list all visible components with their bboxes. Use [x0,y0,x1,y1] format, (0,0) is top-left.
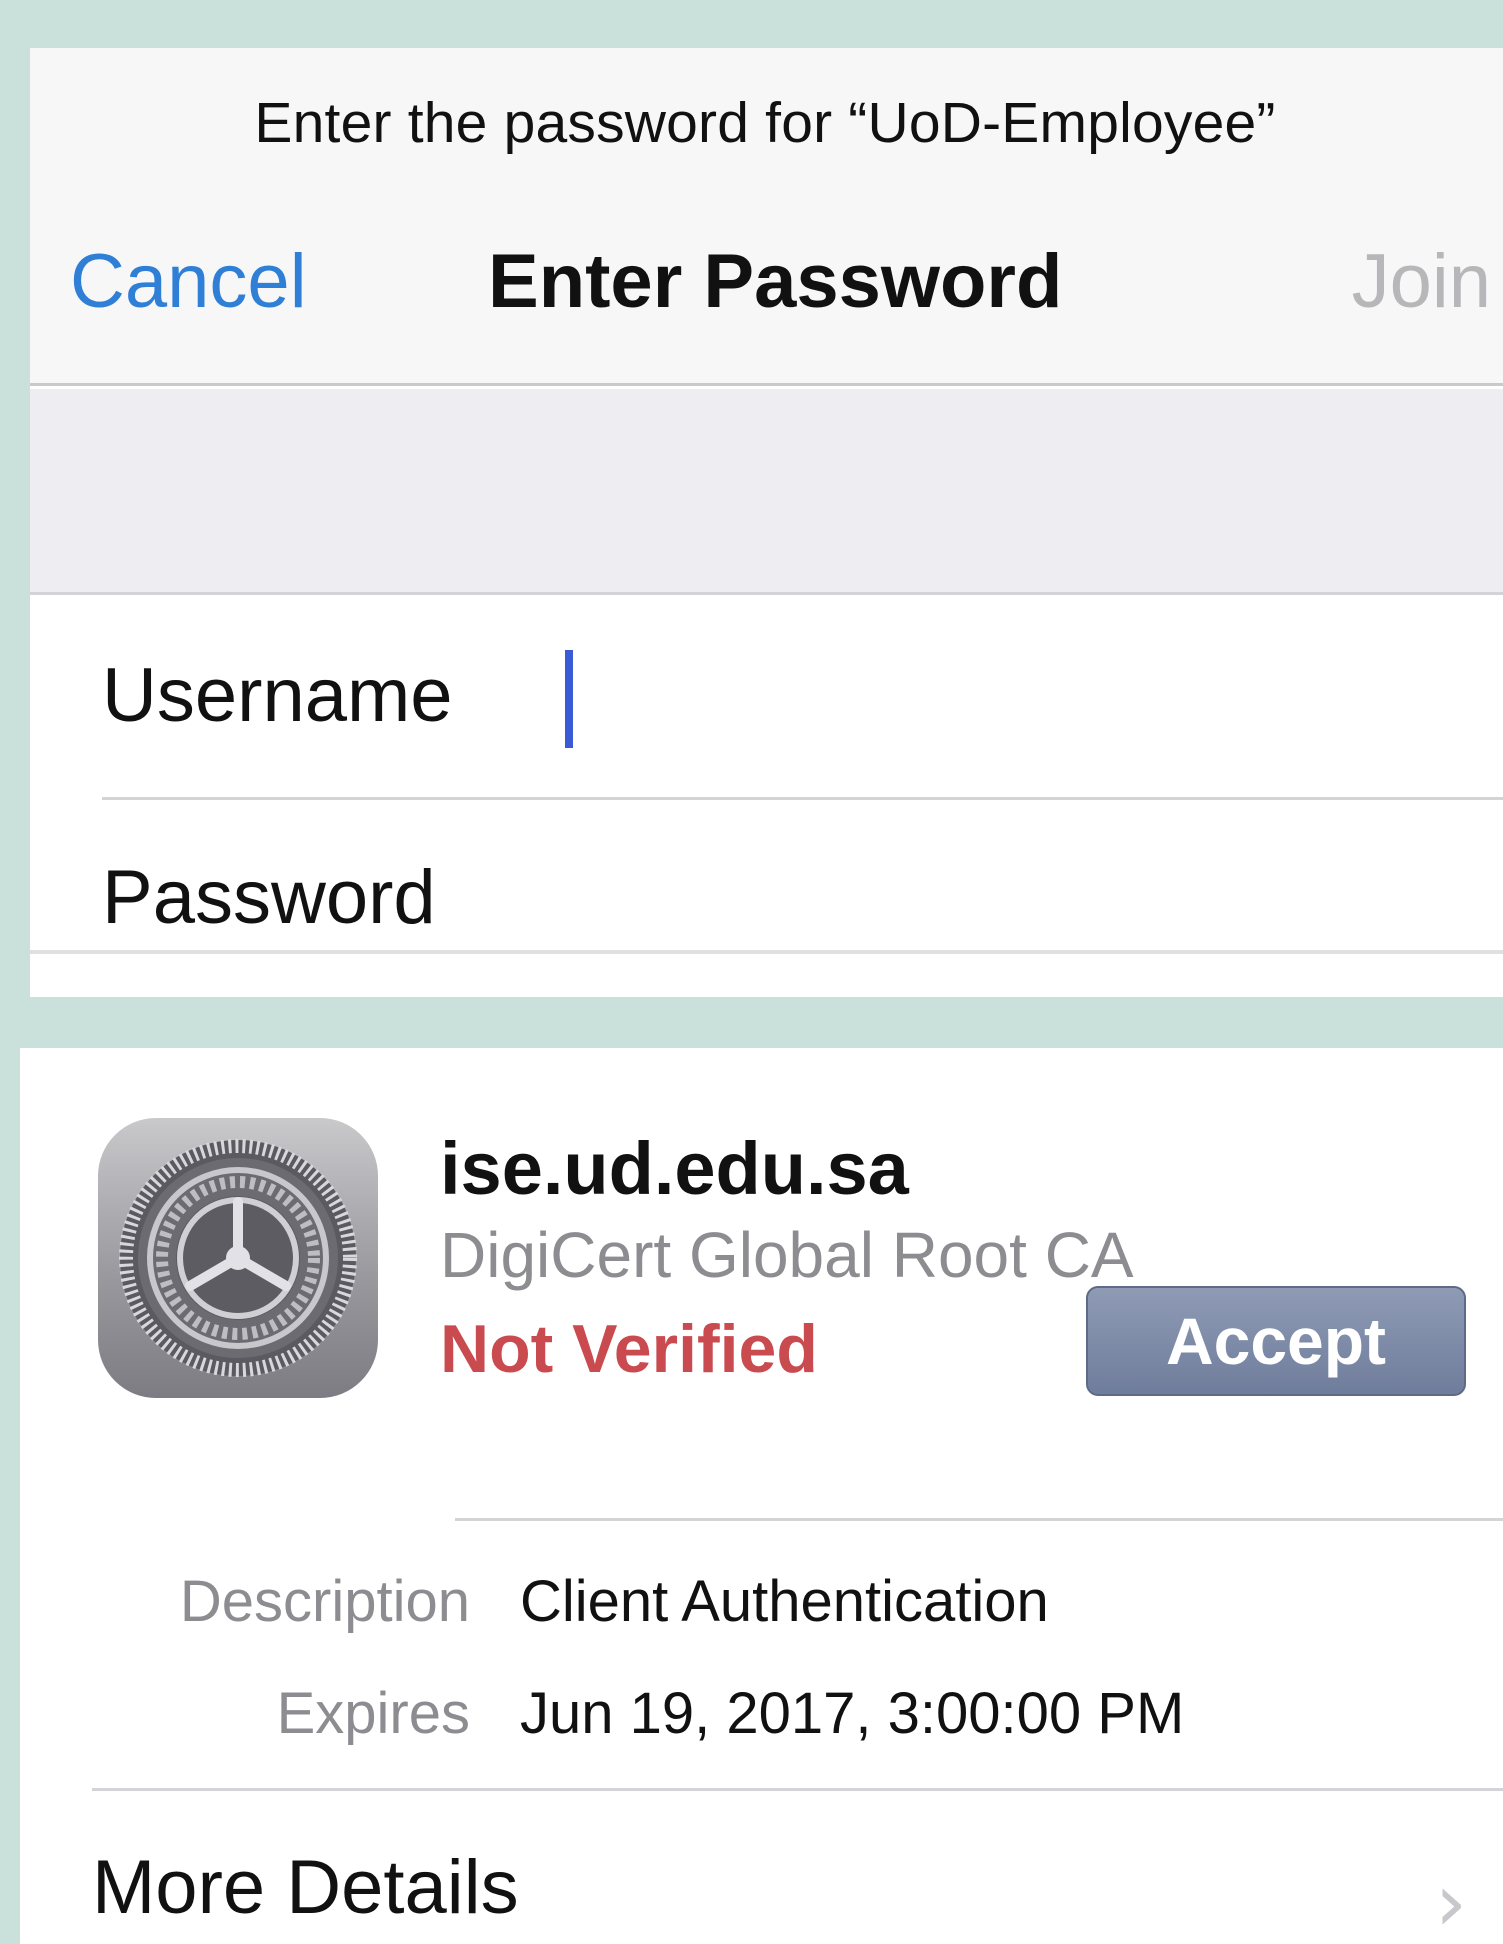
username-label: Username [102,653,453,738]
text-caret [565,650,573,748]
password-field[interactable] [560,844,1460,954]
screen: Enter the password for “UoD-Employee” Ca… [0,0,1503,1944]
username-field[interactable] [560,642,1460,752]
expires-label: Expires [276,1681,470,1746]
more-details-divider [92,1788,1503,1791]
settings-gear-icon [98,1118,378,1398]
dialog-title: Enter Password [488,239,1063,324]
wifi-password-dialog: Enter the password for “UoD-Employee” Ca… [30,48,1503,997]
certificate-card: ise.ud.edu.sa DigiCert Global Root CA No… [20,1048,1503,1944]
certificate-name: ise.ud.edu.sa [440,1127,909,1210]
chevron-right-icon: › [1435,1856,1467,1944]
section-spacer [30,389,1503,595]
expires-value: Jun 19, 2017, 3:00:00 PM [520,1681,1185,1746]
description-label: Description [179,1569,470,1634]
join-button[interactable]: Join [1352,238,1491,325]
more-details-label: More Details [92,1845,519,1930]
certificate-issuer: DigiCert Global Root CA [440,1219,1134,1291]
verification-status: Not Verified [440,1311,818,1387]
username-row[interactable]: Username [30,598,1503,798]
dialog-bottom-divider [30,950,1503,954]
details-divider [455,1518,1503,1521]
more-details-row[interactable]: More Details › [20,1794,1503,1944]
description-value: Client Authentication [520,1569,1049,1634]
accept-button[interactable]: Accept [1086,1286,1466,1396]
password-row[interactable]: Password [30,800,1503,997]
network-prompt: Enter the password for “UoD-Employee” [254,91,1276,155]
dialog-header: Enter the password for “UoD-Employee” Ca… [30,48,1503,386]
cancel-button[interactable]: Cancel [70,238,307,325]
password-label: Password [102,855,436,940]
